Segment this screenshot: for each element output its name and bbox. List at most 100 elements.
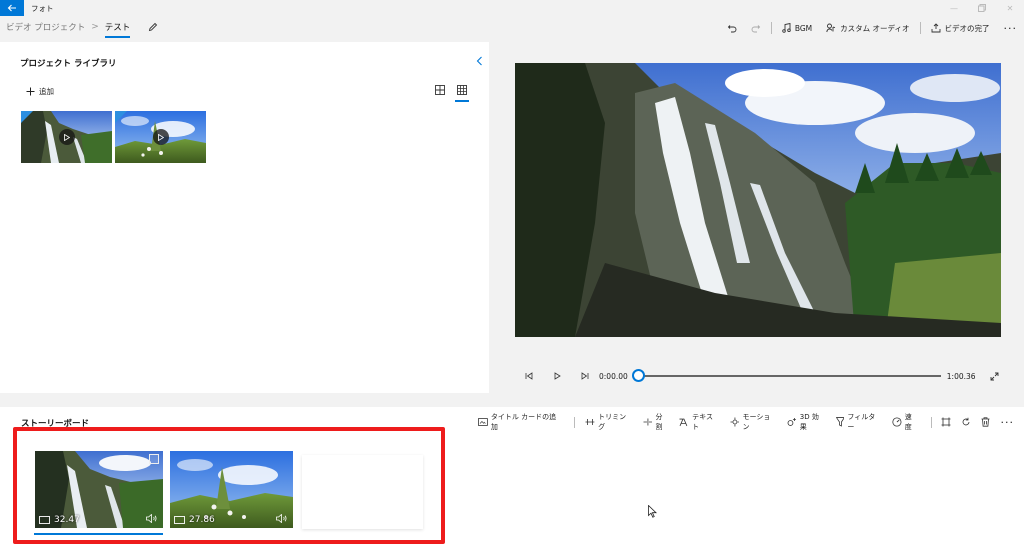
project-library-panel: プロジェクト ライブラリ 追加 xyxy=(0,42,489,393)
view-toggle xyxy=(435,85,469,102)
toolbar-divider xyxy=(770,22,772,34)
back-button[interactable] xyxy=(0,0,24,16)
export-icon xyxy=(931,23,940,33)
step-back-icon xyxy=(525,372,533,380)
grid-large-icon xyxy=(435,85,445,95)
new-item-marker xyxy=(21,111,33,123)
rotate-icon xyxy=(963,417,970,426)
toolbar-divider xyxy=(574,416,576,428)
play-button[interactable] xyxy=(543,372,571,380)
redo-icon xyxy=(751,25,760,33)
motion-label: モーション xyxy=(742,413,771,431)
add-title-card-button[interactable]: タイトル カードの追加 xyxy=(478,412,562,432)
pencil-icon xyxy=(149,22,158,32)
top-toolbar: BGM カスタム オーディオ ビデオの完了 ··· xyxy=(720,16,1024,40)
window-controls: — ✕ xyxy=(940,0,1024,16)
play-icon xyxy=(554,372,561,380)
library-media-item-meadow[interactable] xyxy=(115,111,206,163)
seek-handle[interactable] xyxy=(631,369,645,382)
library-media-item-waterfall[interactable] xyxy=(21,111,112,163)
seek-bar[interactable] xyxy=(631,369,941,382)
custom-audio-icon xyxy=(826,23,836,33)
speed-button[interactable]: 速度 xyxy=(892,412,919,432)
text-icon xyxy=(679,418,688,426)
more-icon: ··· xyxy=(1000,415,1014,429)
add-media-button[interactable]: 追加 xyxy=(26,86,54,97)
trash-icon xyxy=(981,417,990,427)
grid-small-icon xyxy=(457,85,467,95)
split-icon xyxy=(643,418,652,426)
split-button[interactable]: 分割 xyxy=(643,412,670,432)
bgm-button[interactable]: BGM xyxy=(775,16,819,40)
next-frame-button[interactable] xyxy=(571,372,599,380)
custom-audio-label: カスタム オーディオ xyxy=(840,23,910,33)
chevron-left-icon xyxy=(476,56,482,66)
previous-frame-button[interactable] xyxy=(515,372,543,380)
custom-audio-button[interactable]: カスタム オーディオ xyxy=(819,16,916,40)
bgm-label: BGM xyxy=(794,23,813,33)
fullscreen-button[interactable] xyxy=(990,372,999,381)
play-icon xyxy=(63,133,70,141)
plus-icon xyxy=(26,87,35,96)
trim-label: トリミング xyxy=(598,413,627,431)
toolbar-divider xyxy=(930,416,932,428)
motion-button[interactable]: モーション xyxy=(730,412,777,432)
delete-button[interactable] xyxy=(981,417,990,427)
3d-effects-label: 3D 効果 xyxy=(799,413,819,431)
play-icon xyxy=(157,133,164,141)
finish-video-label: ビデオの完了 xyxy=(944,23,990,33)
speed-label: 速度 xyxy=(904,413,912,431)
toolbar-divider xyxy=(919,22,921,34)
video-preview[interactable] xyxy=(515,63,1001,337)
finish-video-button[interactable]: ビデオの完了 xyxy=(924,16,997,40)
breadcrumb-separator: > xyxy=(91,22,99,32)
crop-icon xyxy=(941,417,951,427)
trim-button[interactable]: トリミング xyxy=(585,412,632,432)
small-grid-view-button[interactable] xyxy=(455,85,469,102)
resize-button[interactable] xyxy=(941,417,951,427)
minimize-icon: — xyxy=(950,3,958,13)
speedometer-icon xyxy=(892,417,902,427)
maximize-button[interactable] xyxy=(968,0,996,16)
music-note-icon xyxy=(782,23,791,33)
play-overlay xyxy=(58,129,75,145)
storyboard-more-button[interactable]: ··· xyxy=(1000,416,1014,429)
3d-effects-button[interactable]: 3D 効果 xyxy=(787,412,826,432)
storyboard-toolbar: タイトル カードの追加 トリミング 分割 テキスト モーション 3D 効果 フィ… xyxy=(478,412,1024,432)
more-options-button[interactable]: ··· xyxy=(997,16,1024,40)
title-card-icon xyxy=(478,418,488,426)
split-label: 分割 xyxy=(655,413,663,431)
text-label: テキスト xyxy=(692,413,713,431)
large-grid-view-button[interactable] xyxy=(435,85,445,98)
new-item-marker xyxy=(115,111,127,123)
arrow-left-icon xyxy=(7,4,16,12)
more-icon: ··· xyxy=(1003,21,1017,35)
play-overlay xyxy=(152,129,169,145)
library-title: プロジェクト ライブラリ xyxy=(20,59,117,69)
trim-icon xyxy=(585,419,595,425)
rotate-button[interactable] xyxy=(961,417,971,427)
redo-button[interactable] xyxy=(744,16,768,40)
mouse-cursor-icon xyxy=(648,505,657,518)
expand-icon xyxy=(990,372,999,380)
filters-button[interactable]: フィルター xyxy=(835,412,882,432)
total-time: 1:00.36 xyxy=(946,371,976,381)
close-icon: ✕ xyxy=(1006,3,1014,13)
current-time: 0:00.00 xyxy=(599,371,628,381)
motion-icon xyxy=(730,417,739,427)
playback-controls: 0:00.00 1:00.36 xyxy=(515,366,1001,386)
rename-button[interactable] xyxy=(148,22,158,32)
breadcrumb-root-link[interactable]: ビデオ プロジェクト xyxy=(6,21,85,33)
collapse-library-button[interactable] xyxy=(476,56,483,66)
restore-icon xyxy=(978,4,986,12)
annotation-highlight xyxy=(13,427,445,544)
breadcrumb: ビデオ プロジェクト > テスト xyxy=(6,21,158,38)
add-media-label: 追加 xyxy=(39,87,54,96)
minimize-button[interactable]: — xyxy=(940,0,968,16)
undo-button[interactable] xyxy=(720,16,744,40)
close-window-button[interactable]: ✕ xyxy=(996,0,1024,16)
text-button[interactable]: テキスト xyxy=(679,412,719,432)
waterfall-preview-image xyxy=(515,63,1001,337)
filters-label: フィルター xyxy=(847,413,876,431)
app-title: フォト xyxy=(31,4,54,13)
